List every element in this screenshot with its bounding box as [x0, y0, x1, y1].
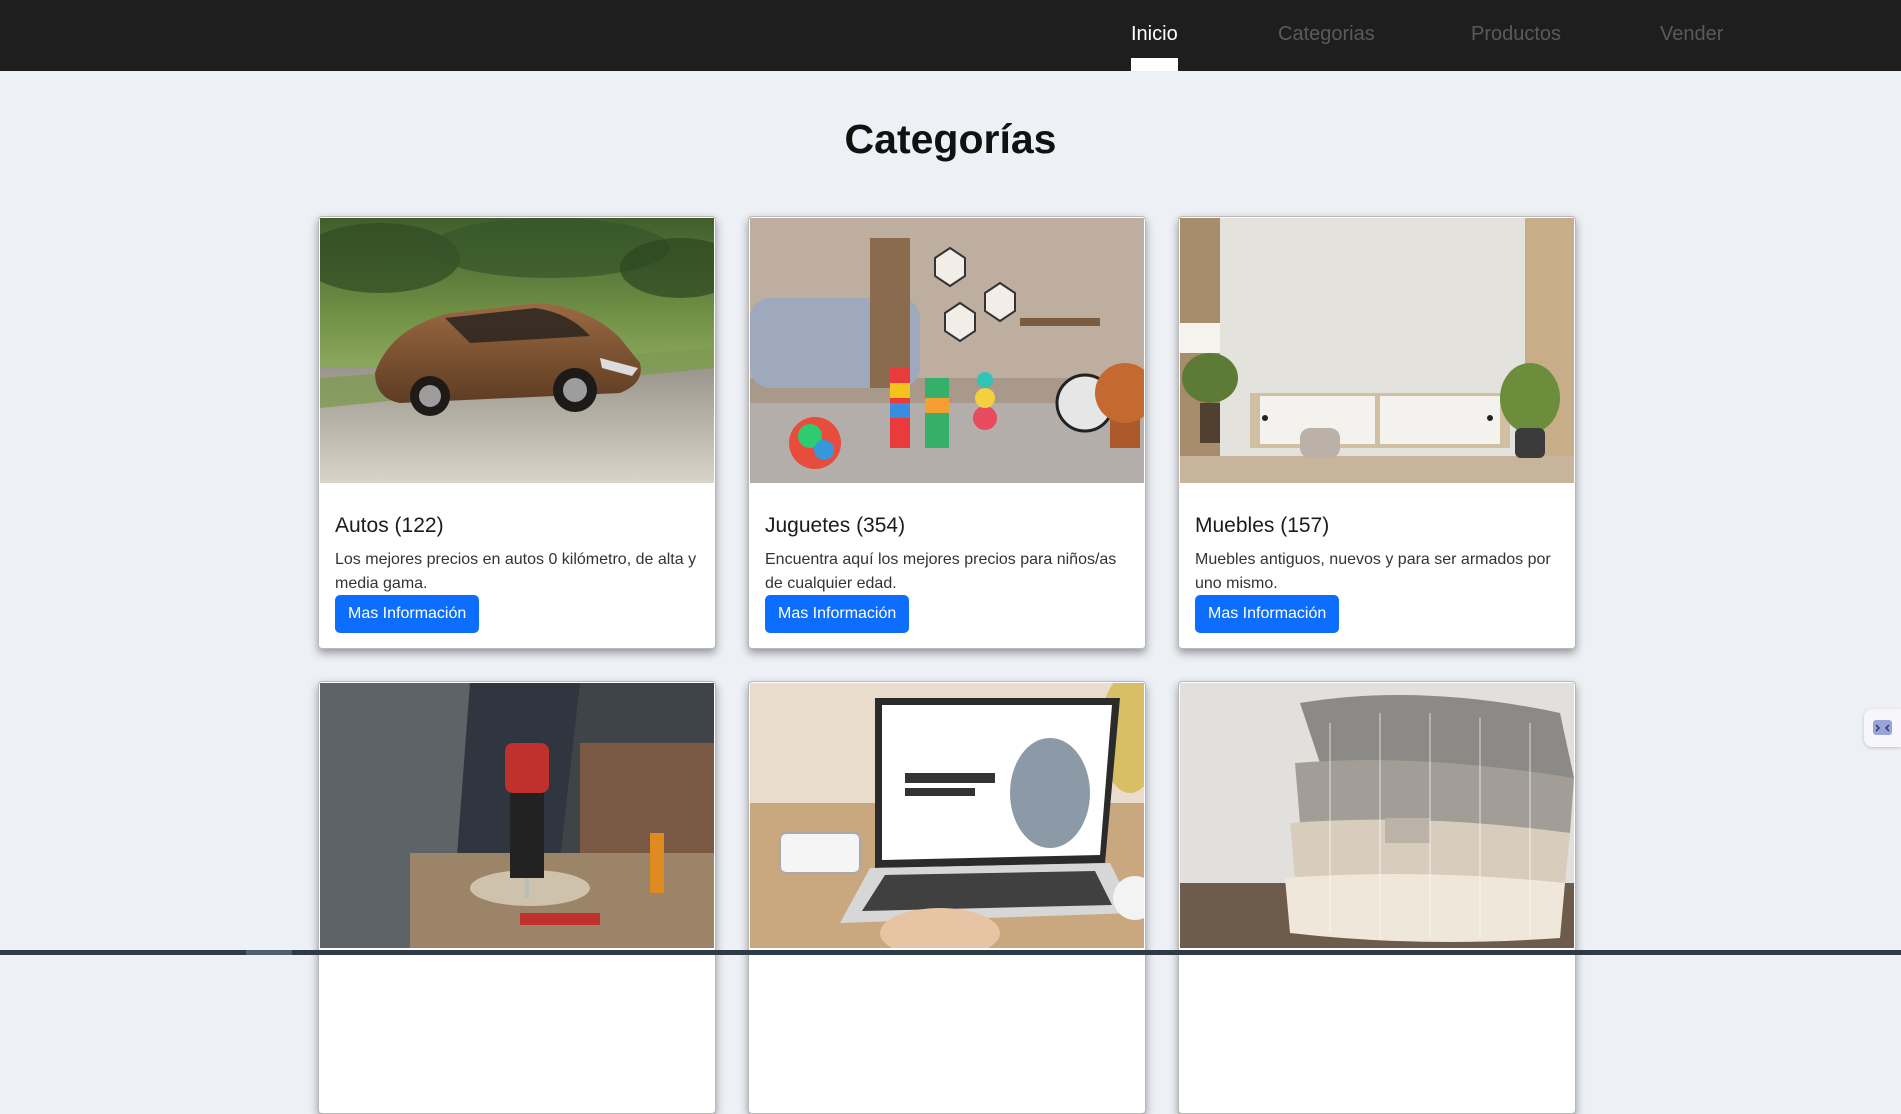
nav-categorias[interactable]: Categorias — [1278, 0, 1375, 71]
knitted-sweaters-photo — [1180, 683, 1574, 948]
kids-playroom-toys-photo — [750, 218, 1144, 483]
nav-productos[interactable]: Productos — [1471, 0, 1561, 71]
card-description: Encuentra aquí los mejores precios para … — [765, 551, 1117, 592]
more-info-button-autos[interactable]: Mas Información — [335, 595, 480, 633]
category-card-juguetes: Juguetes (354) Encuentra aquí los mejore… — [748, 216, 1146, 649]
card-title: Autos (122) — [335, 514, 444, 537]
car-image — [320, 218, 714, 483]
category-card-tools — [318, 681, 716, 1114]
bottom-scrollbar[interactable] — [0, 950, 1901, 955]
tools-image — [320, 683, 714, 948]
brown-sedan-photo — [320, 218, 714, 483]
clothing-image — [1180, 683, 1574, 948]
assistant-icon — [1873, 720, 1892, 735]
assistant-widget[interactable] — [1864, 709, 1901, 747]
page-title: Categorías — [844, 116, 1057, 162]
scrollbar-thumb[interactable] — [246, 950, 292, 955]
more-info-button-muebles[interactable]: Mas Información — [1195, 595, 1340, 633]
category-card-ropa — [1178, 681, 1576, 1114]
living-room-sideboard-photo — [1180, 218, 1574, 483]
power-drill-workshop-photo — [320, 683, 714, 948]
card-title: Muebles (157) — [1195, 514, 1330, 537]
category-card-tecnologia — [748, 681, 1146, 1114]
category-card-autos: Autos (122) Los mejores precios en autos… — [318, 216, 716, 649]
toys-image — [750, 218, 1144, 483]
category-card-muebles: Muebles (157) Muebles antiguos, nuevos y… — [1178, 216, 1576, 649]
furniture-image — [1180, 218, 1574, 483]
nav-vender[interactable]: Vender — [1660, 0, 1723, 71]
nav-inicio[interactable]: Inicio — [1131, 0, 1178, 71]
card-description: Los mejores precios en autos 0 kilómetro… — [335, 551, 697, 592]
top-navbar: Inicio Categorias Productos Vender — [0, 0, 1901, 71]
laptop-image — [750, 683, 1144, 948]
card-title: Juguetes (354) — [765, 514, 906, 537]
more-info-button-juguetes[interactable]: Mas Información — [765, 595, 910, 633]
card-description: Muebles antiguos, nuevos y para ser arma… — [1195, 551, 1551, 592]
laptop-on-desk-photo — [750, 683, 1144, 948]
